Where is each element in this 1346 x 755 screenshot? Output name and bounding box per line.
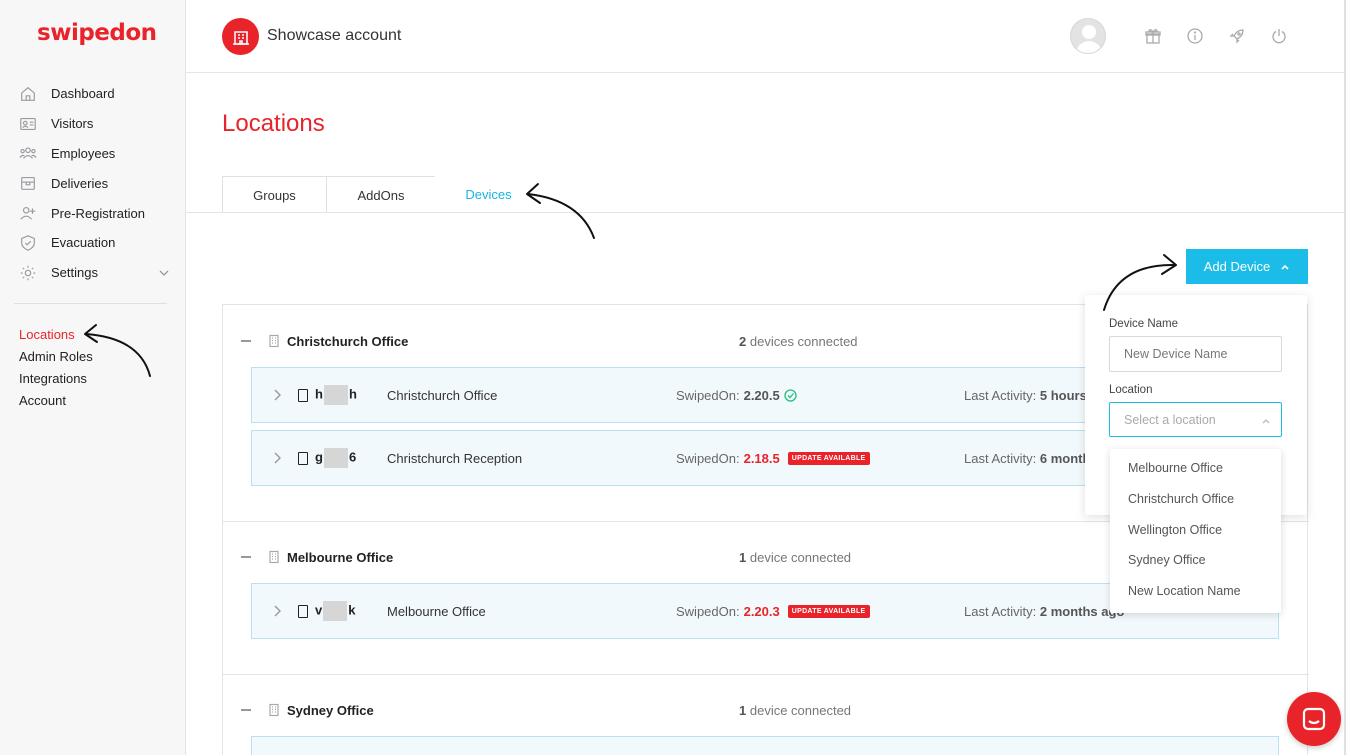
swipedon-logo[interactable]: swipedon [37, 20, 157, 46]
add-user-icon [18, 203, 38, 223]
avatar[interactable] [1070, 18, 1106, 54]
page-title: Locations [222, 110, 325, 137]
device-count: 2 devices connected [739, 333, 858, 349]
device-id: g6 [315, 448, 356, 468]
last-activity: Last Activity: 6 month [964, 450, 1091, 466]
home-icon [18, 84, 38, 104]
location-select[interactable]: Select a location [1109, 402, 1282, 437]
chevron-up-icon [1262, 419, 1270, 424]
sidebar-item-visitors[interactable]: Visitors [18, 109, 170, 139]
annotation-arrow-add-device [1098, 250, 1182, 319]
add-device-button[interactable]: Add Device [1186, 249, 1308, 284]
tabs-divider [186, 212, 1346, 213]
account-name[interactable]: Showcase account [267, 27, 401, 45]
top-bar: Showcase account [186, 0, 1346, 73]
chat-icon [1302, 707, 1326, 731]
last-activity: Last Activity: 5 hours [964, 387, 1087, 403]
tab-bar: Groups AddOns Devices [222, 176, 542, 213]
building-icon [267, 334, 281, 348]
tablet-icon [298, 388, 308, 402]
tab-addons[interactable]: AddOns [326, 176, 436, 213]
update-available-badge[interactable]: UPDATE AVAILABLE [787, 604, 870, 618]
device-location: Melbourne Office [387, 603, 486, 619]
tablet-icon [298, 604, 308, 618]
location-option[interactable]: Wellington Office [1110, 515, 1281, 546]
location-option[interactable]: Christchurch Office [1110, 484, 1281, 515]
sidebar-item-deliveries[interactable]: Deliveries [18, 168, 170, 198]
sidebar-item-label: Dashboard [51, 86, 115, 102]
sidebar-item-label: Evacuation [51, 235, 116, 251]
last-activity: Last Activity: 2 months ago [964, 603, 1125, 619]
id-card-icon [18, 114, 38, 134]
chevron-up-icon [1281, 264, 1289, 270]
main-nav: Dashboard Visitors Employees Deliveries … [18, 79, 170, 288]
location-options: Melbourne Office Christchurch Office Wel… [1110, 449, 1281, 613]
check-circle-icon [784, 388, 797, 402]
collapse-icon[interactable] [241, 556, 251, 558]
collapse-icon[interactable] [241, 340, 251, 342]
gear-icon [18, 263, 38, 283]
sidebar-item-label: Employees [51, 145, 116, 161]
sidebar-item-label: Visitors [51, 116, 94, 132]
sidebar-item-settings[interactable]: Settings [18, 258, 170, 288]
location-name: Melbourne Office [287, 549, 394, 565]
sidebar-item-account[interactable]: Account [19, 390, 93, 412]
building-icon [267, 703, 281, 717]
device-location: Christchurch Office [387, 387, 498, 403]
device-name-label: Device Name [1109, 318, 1179, 330]
sidebar-item-dashboard[interactable]: Dashboard [18, 79, 170, 109]
location-option[interactable]: Sydney Office [1110, 545, 1281, 576]
tab-groups[interactable]: Groups [222, 176, 327, 213]
people-icon [18, 143, 38, 163]
sidebar-item-label: Deliveries [51, 175, 109, 191]
chevron-right-icon[interactable] [272, 605, 282, 617]
location-header[interactable]: Sydney Office 1 device connected [241, 700, 1301, 720]
sidebar-item-label: Settings [51, 265, 98, 281]
device-row[interactable] [251, 736, 1279, 755]
location-option[interactable]: Melbourne Office [1110, 453, 1281, 484]
building-icon [267, 550, 281, 564]
device-count: 1 device connected [739, 702, 852, 718]
collapse-icon[interactable] [241, 709, 251, 711]
device-location: Christchurch Reception [387, 450, 523, 466]
sidebar-item-pre-registration[interactable]: Pre-Registration [18, 198, 170, 228]
chat-button[interactable] [1287, 692, 1341, 746]
shield-icon [18, 233, 38, 253]
device-name-input[interactable] [1109, 336, 1282, 372]
annotation-arrow-locations [80, 322, 156, 385]
device-id: vk [315, 601, 355, 621]
location-option[interactable]: New Location Name [1110, 576, 1281, 607]
device-id: hh [315, 385, 357, 405]
location-label: Location [1109, 384, 1153, 396]
tablet-icon [298, 451, 308, 465]
sidebar-divider [14, 303, 167, 304]
building-icon [222, 18, 259, 55]
power-icon[interactable] [1270, 27, 1288, 45]
device-version: SwipedOn: 2.20.5 [676, 388, 797, 403]
location-name: Christchurch Office [287, 333, 409, 349]
update-available-badge[interactable]: UPDATE AVAILABLE [787, 451, 870, 465]
chevron-down-icon[interactable] [158, 267, 170, 279]
gift-icon[interactable] [1144, 27, 1162, 45]
sidebar-item-label: Pre-Registration [51, 205, 145, 221]
rocket-icon[interactable] [1228, 27, 1246, 45]
sidebar-item-evacuation[interactable]: Evacuation [18, 228, 170, 258]
location-name: Sydney Office [287, 702, 374, 718]
device-count: 1 device connected [739, 549, 852, 565]
chevron-right-icon[interactable] [272, 452, 282, 464]
chevron-right-icon[interactable] [272, 389, 282, 401]
package-icon [18, 173, 38, 193]
info-icon[interactable] [1186, 27, 1204, 45]
section-divider [223, 674, 1309, 675]
sidebar-item-employees[interactable]: Employees [18, 139, 170, 169]
location-select-placeholder: Select a location [1124, 412, 1216, 427]
top-icons [1070, 18, 1300, 54]
device-version: SwipedOn: 2.20.3 UPDATE AVAILABLE [676, 604, 870, 619]
device-version: SwipedOn: 2.18.5 UPDATE AVAILABLE [676, 451, 870, 466]
add-device-label: Add Device [1203, 259, 1271, 274]
annotation-arrow-devices [520, 178, 600, 247]
